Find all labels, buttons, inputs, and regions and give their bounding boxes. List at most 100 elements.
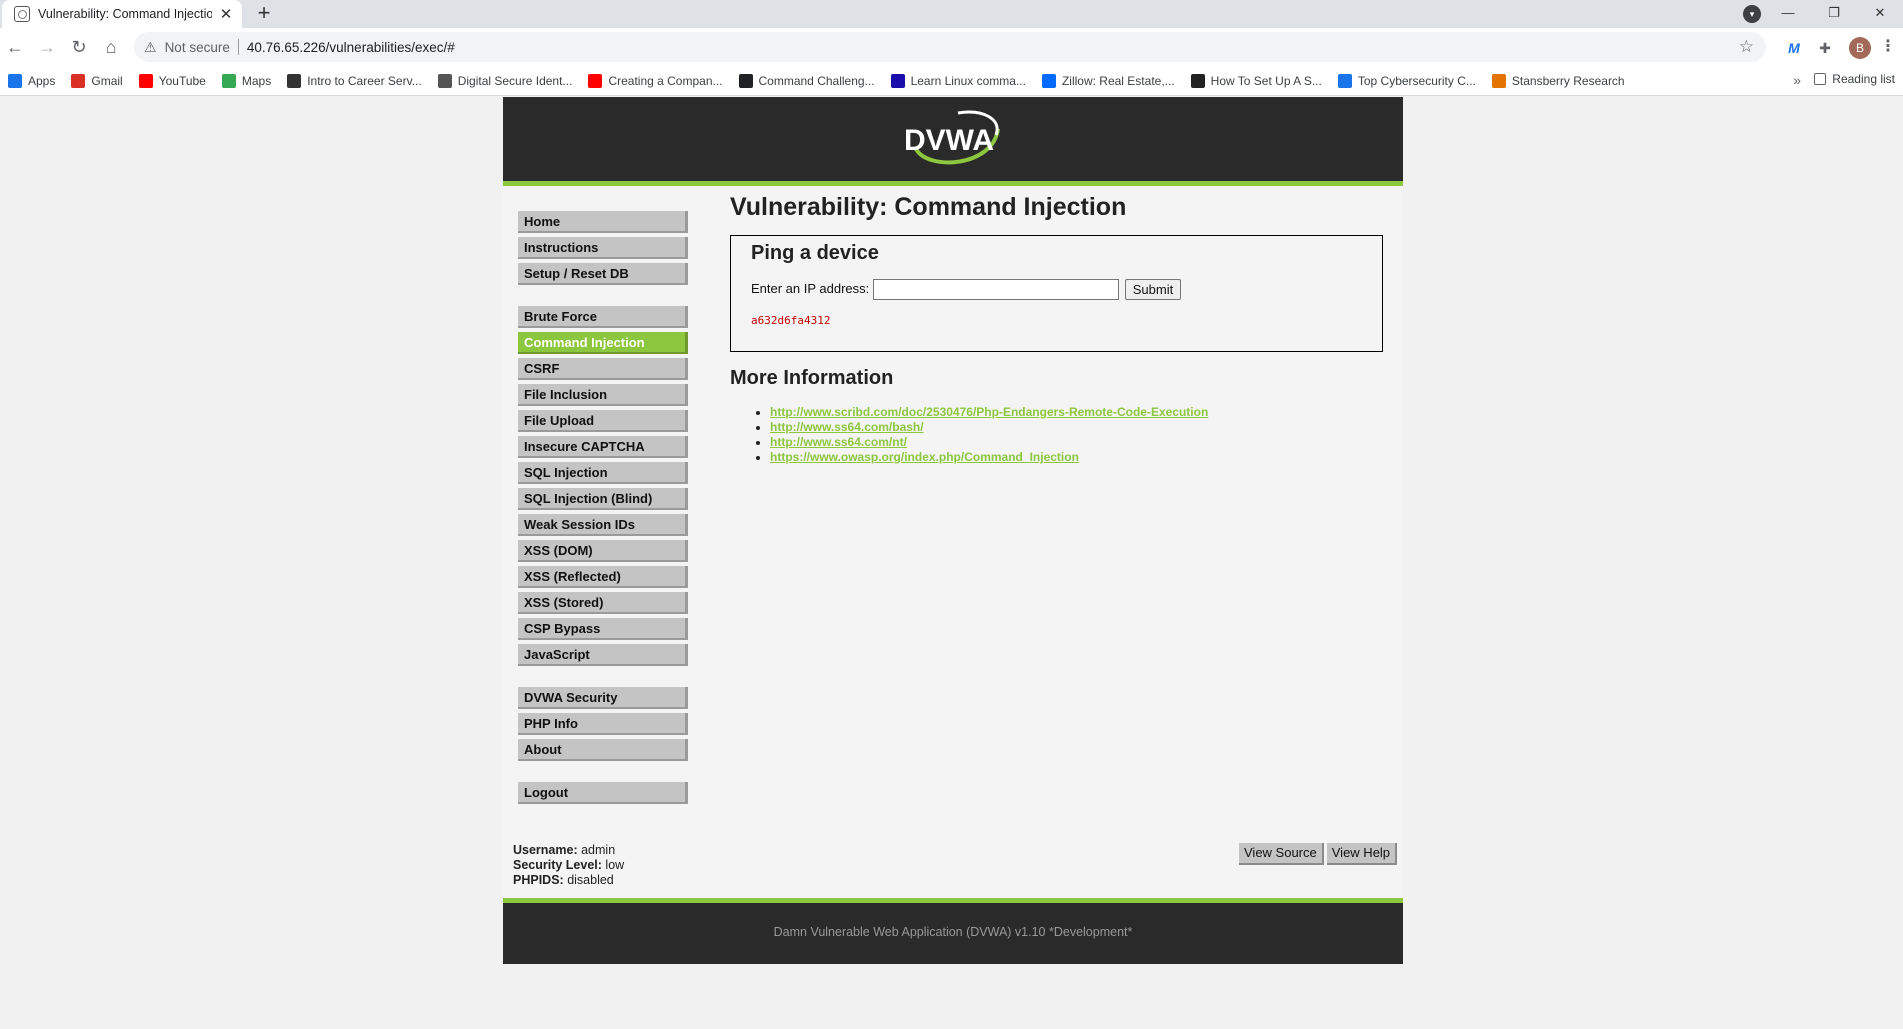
menu-item-instructions[interactable]: Instructions (518, 237, 688, 259)
user-info: Username: admin Security Level: low PHPI… (513, 843, 624, 888)
reading-list-label: Reading list (1832, 72, 1895, 86)
bookmark-item[interactable]: Zillow: Real Estate,... (1041, 73, 1175, 88)
list-item: http://www.ss64.com/nt/ (770, 435, 1208, 450)
bookmark-item[interactable]: Learn Linux comma... (890, 73, 1026, 88)
restore-icon[interactable]: ❐ (1811, 0, 1857, 28)
menu-spacer (518, 289, 688, 306)
dvwa-footer: Damn Vulnerable Web Application (DVWA) v… (503, 898, 1403, 964)
warning-icon: ⚠ (144, 38, 157, 55)
menu-item-command-injection[interactable]: Command Injection (518, 332, 688, 354)
list-item: https://www.owasp.org/index.php/Command_… (770, 450, 1208, 465)
tab-search-icon[interactable]: ▾ (1743, 5, 1761, 23)
menu-item-setup-reset-db[interactable]: Setup / Reset DB (518, 263, 688, 285)
omnibox-separator (237, 39, 239, 55)
bookmark-item[interactable]: Stansberry Research (1491, 73, 1625, 88)
svg-text:DVWA: DVWA (904, 124, 994, 157)
bookmark-label: Stansberry Research (1511, 73, 1625, 88)
reload-icon[interactable]: ↻ (66, 34, 92, 60)
browser-tab[interactable]: Vulnerability: Command Injection ✕ (2, 0, 242, 28)
more-info-heading: More Information (730, 367, 894, 389)
bookmark-item[interactable]: YouTube (138, 73, 206, 88)
bookmark-item[interactable]: How To Set Up A S... (1190, 73, 1322, 88)
menu-item-php-info[interactable]: PHP Info (518, 713, 688, 735)
url-text[interactable]: 40.76.65.226/vulnerabilities/exec/# (247, 40, 455, 55)
reference-link[interactable]: https://www.owasp.org/index.php/Command_… (770, 450, 1079, 464)
menu-item-weak-session-ids[interactable]: Weak Session IDs (518, 514, 688, 536)
menu-item-about[interactable]: About (518, 739, 688, 761)
ping-form-box: Ping a device Enter an IP address: Submi… (730, 235, 1383, 352)
bookmark-label: How To Set Up A S... (1210, 73, 1322, 88)
bookmark-item[interactable]: Command Challeng... (738, 73, 875, 88)
browser-menu-icon[interactable]: ⋮ (1880, 36, 1896, 56)
menu-item-csp-bypass[interactable]: CSP Bypass (518, 618, 688, 640)
browser-toolbar: ← → ↻ ⌂ ⚠ Not secure 40.76.65.226/vulner… (0, 28, 1903, 66)
terminal-icon (738, 73, 753, 88)
menu-item-xss-stored[interactable]: XSS (Stored) (518, 592, 688, 614)
menu-item-sql-injection[interactable]: SQL Injection (518, 462, 688, 484)
username-value: admin (581, 843, 616, 857)
bookmark-item[interactable]: Gmail (71, 73, 123, 88)
bookmark-label: Creating a Compan... (608, 73, 723, 88)
submit-button[interactable]: Submit (1125, 279, 1181, 300)
reference-link[interactable]: http://www.ss64.com/nt/ (770, 435, 907, 449)
extension-m-icon[interactable]: M (1784, 38, 1804, 58)
bookmark-label: Gmail (91, 73, 123, 88)
extensions-puzzle-icon[interactable]: ✚ (1815, 38, 1835, 58)
footer-text: Damn Vulnerable Web Application (DVWA) v… (773, 925, 1133, 939)
new-tab-button[interactable]: + (252, 2, 276, 26)
forward-icon[interactable]: → (34, 34, 60, 60)
view-help-button[interactable]: View Help (1326, 843, 1398, 865)
menu-item-xss-reflected[interactable]: XSS (Reflected) (518, 566, 688, 588)
view-source-button[interactable]: View Source (1239, 843, 1324, 865)
reading-list-icon (1814, 73, 1827, 85)
bookmark-item[interactable]: Creating a Compan... (588, 73, 723, 88)
bookmark-item[interactable]: Digital Secure Ident... (437, 73, 572, 88)
not-secure-label: Not secure (164, 39, 230, 55)
bookmark-item[interactable]: Apps (8, 73, 55, 88)
address-bar[interactable]: ⚠ Not secure 40.76.65.226/vulnerabilitie… (134, 32, 1766, 62)
bookmark-star-icon[interactable]: ☆ (1739, 37, 1754, 57)
menu-item-file-inclusion[interactable]: File Inclusion (518, 384, 688, 406)
more-bookmarks-icon[interactable]: » (1793, 72, 1801, 88)
bookmark-label: Intro to Career Serv... (307, 73, 422, 88)
back-icon[interactable]: ← (2, 34, 28, 60)
phpids-label: PHPIDS: (513, 873, 564, 887)
menu-item-dvwa-security[interactable]: DVWA Security (518, 687, 688, 709)
bookmark-item[interactable]: Intro to Career Serv... (287, 73, 422, 88)
dvwa-favicon-icon (14, 6, 30, 22)
menu-item-csrf[interactable]: CSRF (518, 358, 688, 380)
bookmark-item[interactable]: Top Cybersecurity C... (1337, 73, 1476, 88)
ip-address-input[interactable] (873, 279, 1119, 300)
dvwa-container: DVWA Home Instructions Setup / Reset DB Bru… (503, 97, 1403, 964)
reference-link[interactable]: http://www.scribd.com/doc/2530476/Php-En… (770, 405, 1208, 419)
dash-icon (437, 73, 452, 88)
gmail-icon (71, 73, 86, 88)
sb-icon (1190, 73, 1205, 88)
menu-item-javascript[interactable]: JavaScript (518, 644, 688, 666)
menu-item-xss-dom[interactable]: XSS (DOM) (518, 540, 688, 562)
youtube-icon (138, 73, 153, 88)
tab-close-icon[interactable]: ✕ (218, 5, 234, 23)
c-icon (1337, 73, 1352, 88)
reference-link[interactable]: http://www.ss64.com/bash/ (770, 420, 924, 434)
minimize-icon[interactable]: ― (1765, 0, 1811, 28)
bookmark-label: Learn Linux comma... (910, 73, 1026, 88)
close-window-icon[interactable]: ✕ (1857, 0, 1903, 28)
menu-item-brute-force[interactable]: Brute Force (518, 306, 688, 328)
menu-item-sql-injection-blind[interactable]: SQL Injection (Blind) (518, 488, 688, 510)
stansberry-icon (1491, 73, 1506, 88)
bookmark-label: Top Cybersecurity C... (1357, 73, 1476, 88)
bookmark-label: Zillow: Real Estate,... (1061, 73, 1175, 88)
profile-avatar[interactable]: B (1849, 37, 1871, 59)
page-title: Vulnerability: Command Injection (730, 193, 1127, 221)
menu-item-logout[interactable]: Logout (518, 782, 688, 804)
bookmark-label: Command Challeng... (758, 73, 875, 88)
menu-item-insecure-captcha[interactable]: Insecure CAPTCHA (518, 436, 688, 458)
home-icon[interactable]: ⌂ (98, 34, 124, 60)
bookmark-item[interactable]: Maps (221, 73, 271, 88)
view-buttons: View Source View Help (1239, 843, 1400, 865)
menu-item-home[interactable]: Home (518, 211, 688, 233)
menu-item-file-upload[interactable]: File Upload (518, 410, 688, 432)
apps-grid-icon (8, 73, 22, 88)
reading-list-button[interactable]: Reading list (1814, 72, 1895, 86)
